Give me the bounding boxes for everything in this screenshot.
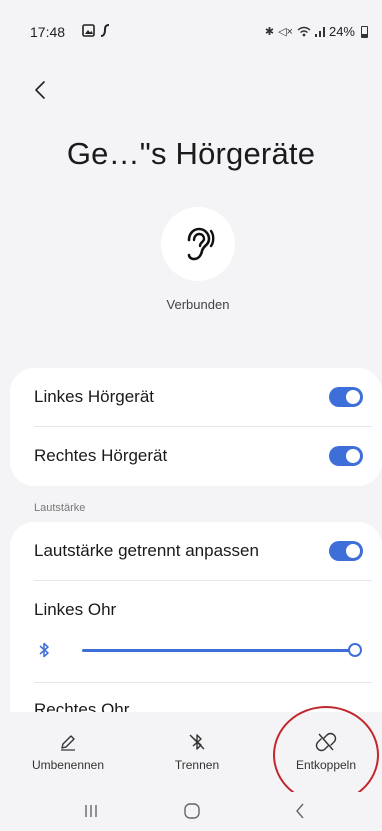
left-ear-row: Linkes Ohr [10, 594, 382, 626]
home-button[interactable] [172, 800, 212, 822]
disconnect-button[interactable]: Trennen [142, 732, 252, 772]
back-button[interactable] [26, 76, 54, 104]
pencil-icon [61, 735, 75, 751]
right-hearing-aid-label: Rechtes Hörgerät [34, 446, 168, 465]
screen: 17:48 ✱ ◁× 24% Ge…"s Hörgeräte Verbunden… [0, 0, 382, 831]
navigation-bar [0, 792, 382, 831]
left-ear-label: Linkes Ohr [34, 600, 117, 619]
divider [34, 580, 372, 581]
app-notification-icon [100, 24, 110, 37]
device-avatar [161, 207, 235, 281]
status-notification-icons [82, 24, 110, 37]
page-title: Ge…"s Hörgeräte [66, 136, 316, 171]
signal-icon [314, 27, 325, 37]
connection-status: Verbunden [166, 297, 230, 312]
toggle-knob [346, 544, 360, 558]
left-ear-volume-slider[interactable] [82, 640, 362, 660]
hearing-aids-card: Linkes Hörgerät Rechtes Hörgerät [10, 368, 382, 486]
status-system-icons: ✱ ◁× 24% [265, 24, 368, 39]
volume-card: Lautstärke getrennt anpassen Linkes Ohr … [10, 522, 382, 732]
back-nav-button[interactable] [280, 800, 320, 822]
recent-apps-icon [85, 805, 97, 817]
status-time: 17:48 [30, 24, 66, 40]
gallery-icon [82, 24, 95, 37]
right-hearing-aid-row[interactable]: Rechtes Hörgerät [10, 427, 382, 485]
toggle-knob [346, 390, 360, 404]
separate-volume-row[interactable]: Lautstärke getrennt anpassen [10, 522, 382, 580]
home-icon [184, 803, 200, 819]
battery-icon [361, 25, 368, 38]
back-nav-icon [296, 803, 304, 819]
left-hearing-aid-row[interactable]: Linkes Hörgerät [10, 368, 382, 426]
battery-percent: 24% [328, 24, 355, 39]
left-hearing-aid-toggle[interactable] [329, 387, 363, 407]
action-bar: Umbenennen Trennen Entkoppeln [0, 712, 382, 792]
rename-button[interactable]: Umbenennen [13, 732, 123, 772]
separate-volume-label: Lautstärke getrennt anpassen [34, 541, 259, 560]
slider-thumb[interactable] [348, 643, 362, 657]
recent-apps-button[interactable] [71, 800, 111, 822]
left-hearing-aid-label: Linkes Hörgerät [34, 387, 155, 406]
unpair-button[interactable]: Entkoppeln [271, 732, 381, 772]
disconnect-label: Trennen [174, 758, 220, 772]
volume-section-label: Lautstärke [34, 502, 86, 514]
bluetooth-icon [39, 642, 49, 658]
chevron-left-icon [35, 81, 45, 99]
unlink-icon [315, 732, 337, 752]
mute-icon: ◁× [278, 26, 293, 38]
status-bar: 17:48 ✱ ◁× 24% [0, 0, 382, 56]
wifi-icon [297, 26, 311, 37]
right-hearing-aid-toggle[interactable] [329, 446, 363, 466]
unpair-label: Entkoppeln [295, 758, 357, 772]
toggle-knob [346, 449, 360, 463]
rename-label: Umbenennen [31, 758, 105, 772]
divider [34, 682, 372, 683]
slider-track [82, 648, 356, 652]
separate-volume-toggle[interactable] [329, 541, 363, 561]
bluetooth-off-icon [189, 734, 205, 750]
bluetooth-status-icon: ✱ [264, 26, 275, 38]
ear-icon [187, 227, 215, 261]
